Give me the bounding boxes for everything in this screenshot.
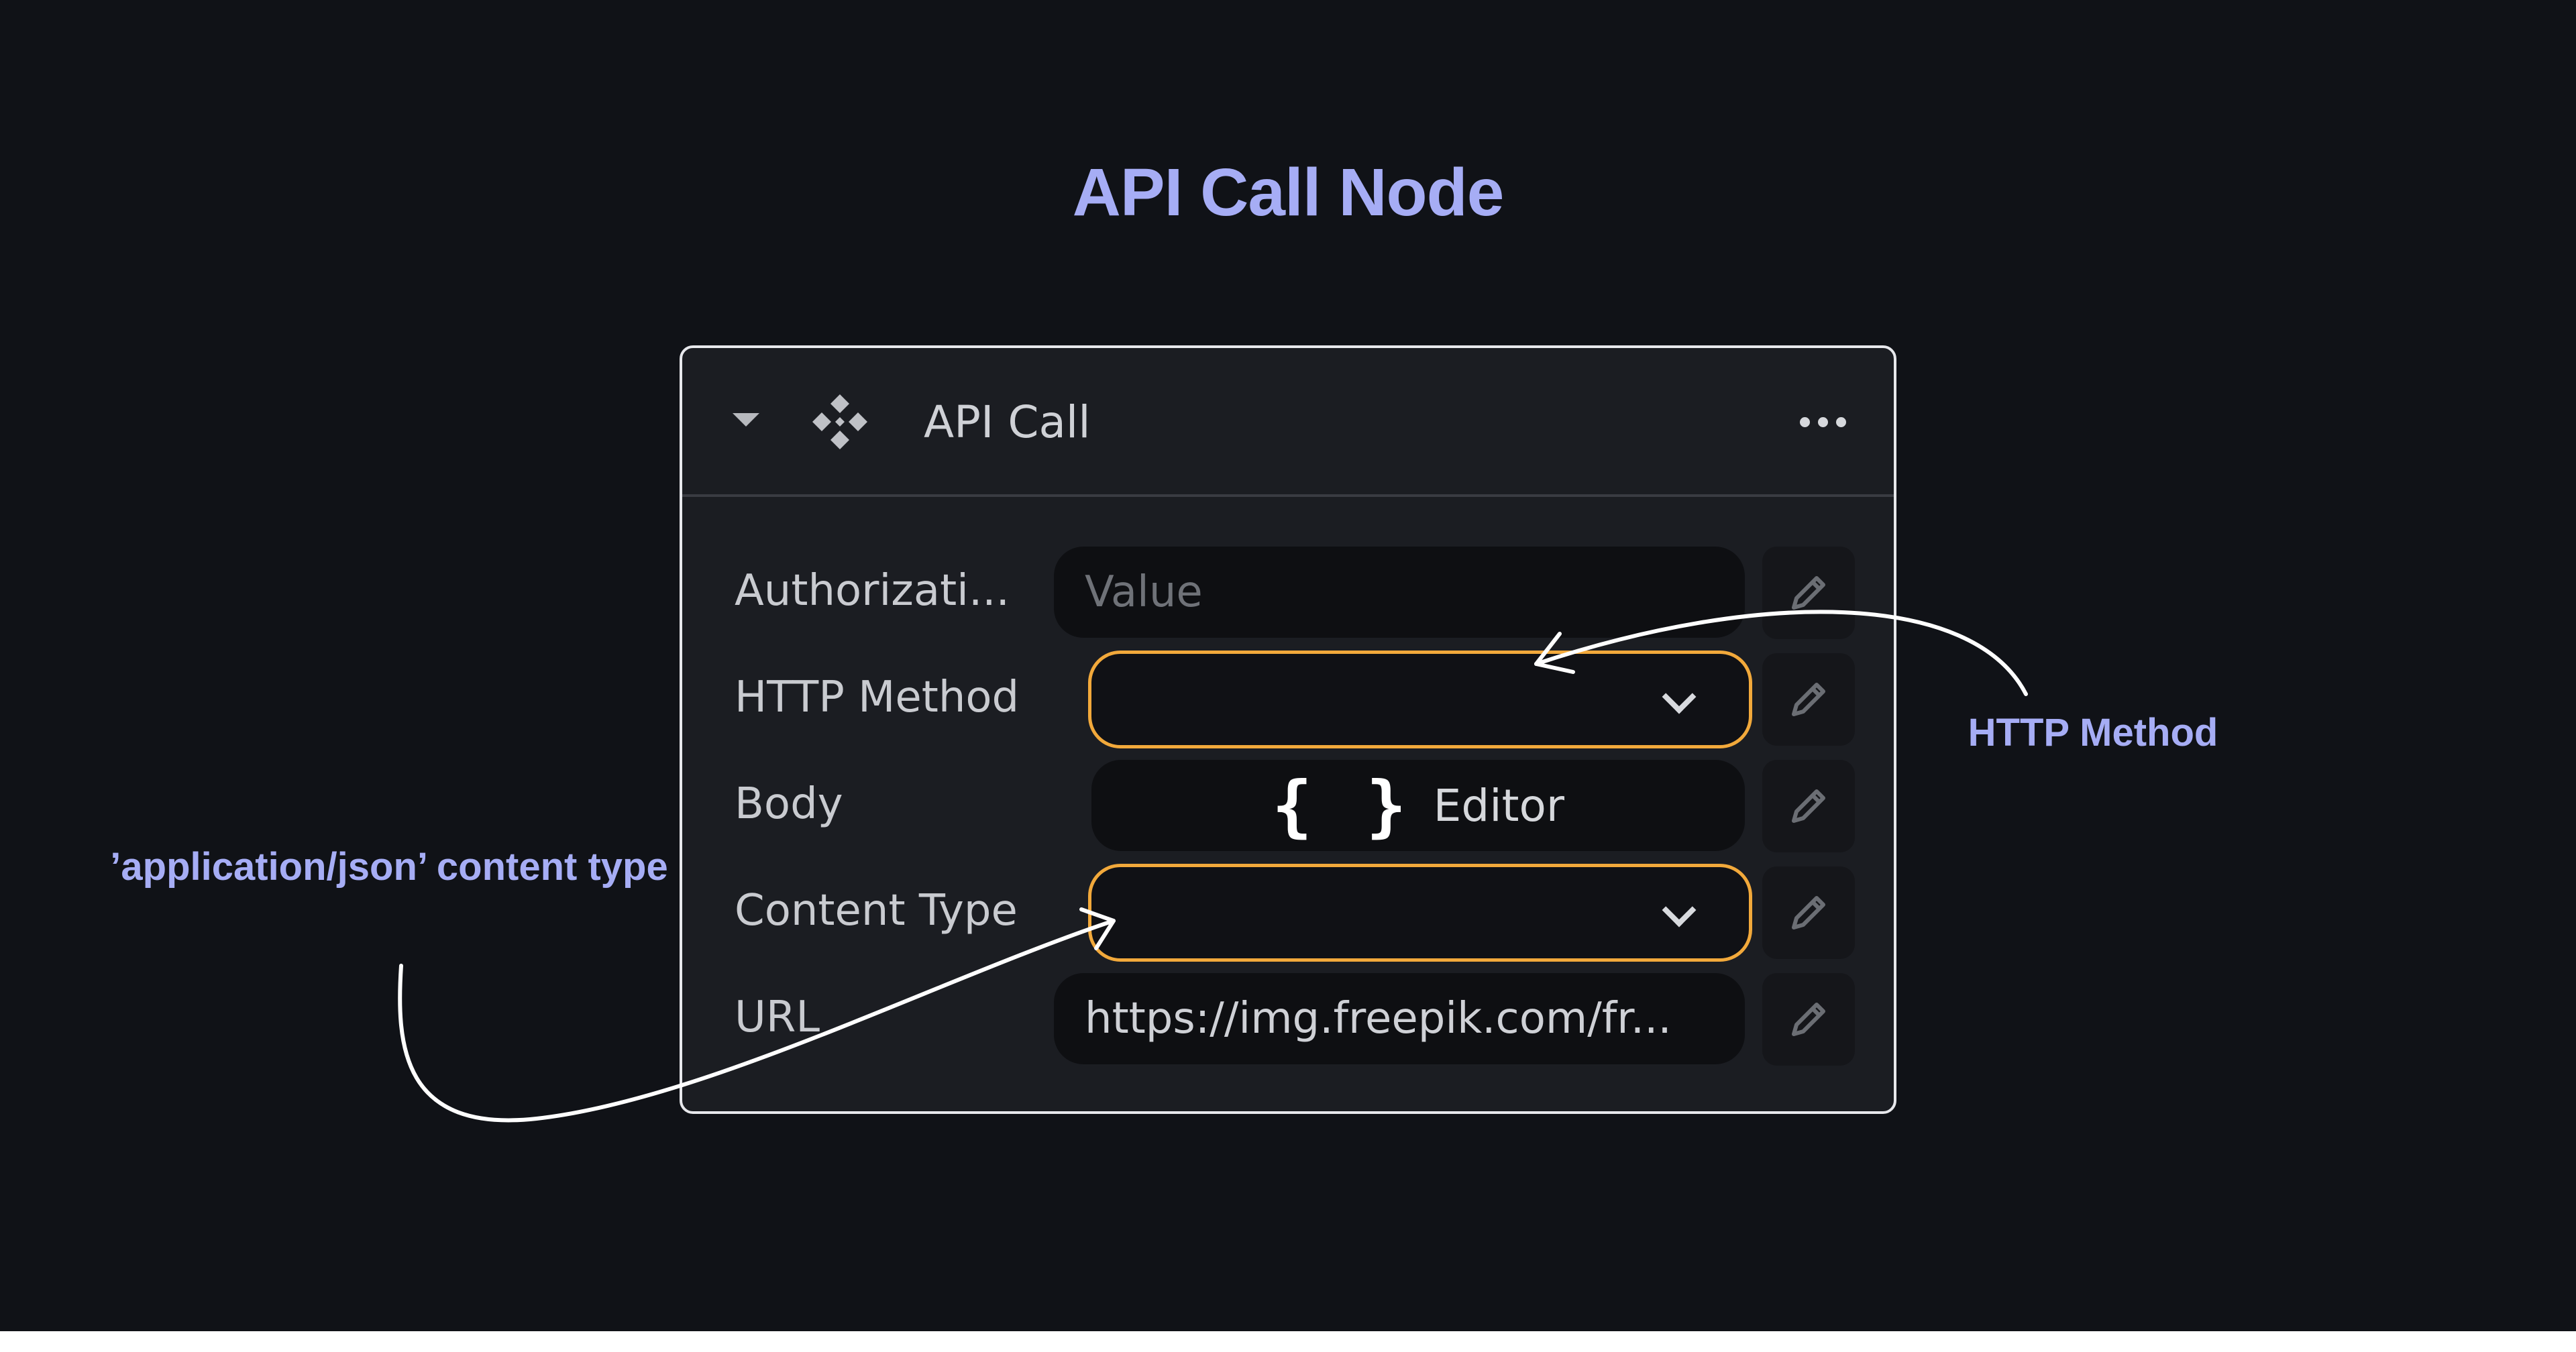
annotation-arrows: [398, 610, 2028, 1123]
content-type-arrow: [398, 919, 1116, 1123]
http-method-arrow: [1534, 610, 2028, 696]
canvas: API Call Node API Call Authorizati... Va…: [0, 0, 2576, 1331]
